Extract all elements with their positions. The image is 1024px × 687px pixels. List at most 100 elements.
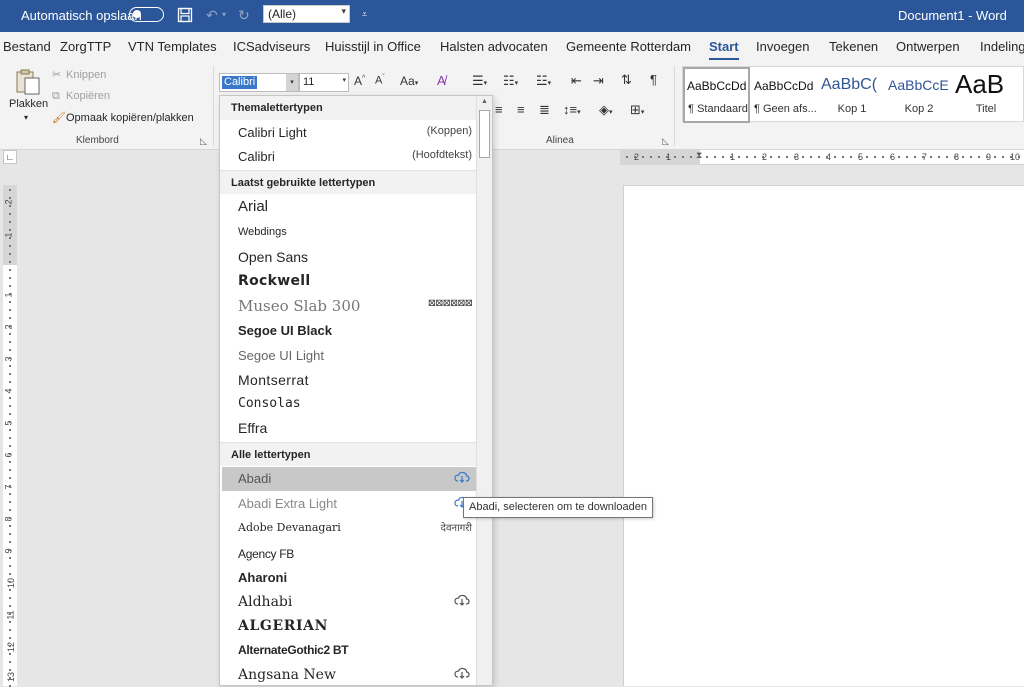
font-item[interactable]: AlternateGothic2 BT [222, 638, 478, 662]
ruler-tick [9, 205, 11, 207]
cut-label: Knippen [66, 69, 107, 81]
change-case-icon[interactable]: Aa▾ [400, 74, 418, 88]
paragraph-dialog-launcher-icon[interactable]: ◺ [662, 136, 669, 147]
tab-zorgttp[interactable]: ZorgTTP [60, 39, 111, 54]
font-item[interactable]: Angsana New [222, 663, 478, 685]
font-name-combobox[interactable]: Calibri ▾ [219, 73, 299, 92]
tab-huisstijl[interactable]: Huisstijl in Office [325, 39, 421, 54]
tab-start[interactable]: Start [709, 39, 739, 61]
redo-icon[interactable]: ↻ [238, 7, 250, 24]
clipboard-dialog-launcher-icon[interactable]: ◺ [200, 136, 207, 147]
font-item[interactable]: Agency FB [222, 542, 478, 566]
tab-bestand[interactable]: Bestand [3, 39, 51, 54]
chevron-down-icon[interactable]: ▾ [342, 76, 346, 84]
align-right-icon[interactable]: ≡ [517, 102, 525, 117]
shading-icon[interactable]: ◈▾ [599, 102, 613, 118]
quick-access-combo[interactable]: (Alle) ▾ [263, 5, 350, 23]
ruler-tick [722, 156, 724, 158]
font-item[interactable]: Calibri (Hoofdtekst) [222, 145, 478, 169]
dropdown-scrollbar[interactable]: ▲ [476, 96, 492, 685]
font-item-label: Open Sans [238, 249, 309, 265]
ruler-tick [666, 156, 668, 158]
ruler-tick [9, 261, 11, 263]
save-icon[interactable] [177, 7, 193, 26]
font-item[interactable]: Segoe UI Light [222, 344, 478, 368]
decrease-indent-icon[interactable]: ⇤ [571, 73, 582, 89]
tab-tekenen[interactable]: Tekenen [829, 39, 878, 54]
font-item[interactable]: Aldhabi [222, 590, 478, 614]
bullets-icon[interactable]: ☰▾ [472, 73, 487, 89]
style-name: ¶ Standaard [688, 103, 748, 115]
font-item[interactable]: Consolas [222, 392, 478, 416]
undo-icon[interactable]: ↶ [206, 7, 218, 24]
tab-halsten[interactable]: Halsten advocaten [440, 39, 548, 54]
tab-gemeente-rotterdam[interactable]: Gemeente Rotterdam [566, 39, 691, 54]
paste-icon[interactable] [14, 68, 42, 96]
align-center-icon[interactable]: ≡ [495, 102, 503, 117]
autosave-toggle[interactable] [129, 7, 164, 22]
customize-qat-icon[interactable]: ⩡ [362, 9, 367, 20]
font-item[interactable]: Aharoni [222, 566, 478, 590]
shrink-font-icon[interactable]: Aˇ [375, 74, 385, 87]
ruler-tick [1010, 156, 1012, 158]
ruler-tick [9, 661, 11, 663]
grow-font-icon[interactable]: A^ [354, 74, 365, 88]
font-size-combobox[interactable]: 11 ▾ [299, 73, 349, 92]
cloud-download-icon[interactable] [454, 594, 470, 606]
tab-selector[interactable]: ∟ [3, 150, 17, 164]
scissors-icon: ✂ [52, 69, 62, 81]
tab-invoegen[interactable]: Invoegen [756, 39, 810, 54]
line-spacing-icon[interactable]: ↕≡▾ [563, 102, 581, 117]
font-item[interactable]: Museo Slab 300 ⊠⊠⊠⊠⊠⊠ [222, 294, 478, 318]
tab-ontwerpen[interactable]: Ontwerpen [896, 39, 960, 54]
font-item-label: AlternateGothic2 BT [238, 643, 349, 657]
font-item[interactable]: ALGERIAN [222, 614, 478, 638]
font-item[interactable]: Arial [222, 195, 478, 219]
font-item[interactable]: Montserrat [222, 368, 478, 392]
chevron-down-icon[interactable]: ▾ [286, 74, 298, 91]
font-item[interactable]: Effra [222, 416, 478, 440]
cloud-download-icon[interactable] [454, 667, 470, 679]
undo-dropdown-icon[interactable]: ▾ [222, 10, 226, 19]
sort-icon[interactable]: ⇅ [621, 72, 632, 88]
style-kop-2[interactable]: AaBbCcE Kop 2 [884, 67, 951, 123]
cut-button[interactable]: ✂ Knippen [52, 68, 106, 81]
section-header-all: Alle lettertypen [220, 442, 478, 466]
style-kop-1[interactable]: AaBbC( Kop 1 [817, 67, 884, 123]
justify-icon[interactable]: ≣ [539, 102, 550, 118]
font-item-hovered[interactable]: Abadi [222, 467, 478, 491]
paste-dropdown-icon[interactable]: ▾ [24, 113, 28, 122]
ruler-tick [778, 156, 780, 158]
ruler-number: 11 [5, 610, 16, 620]
font-item[interactable]: Rockwell [222, 269, 478, 293]
show-formatting-icon[interactable]: ¶ [650, 72, 657, 87]
borders-icon[interactable]: ⊞▾ [630, 102, 644, 118]
cloud-download-icon[interactable] [454, 471, 470, 483]
scroll-up-icon[interactable]: ▲ [481, 98, 488, 105]
multilevel-list-icon[interactable]: ☳▾ [536, 73, 551, 89]
font-item[interactable]: Open Sans [222, 245, 478, 269]
style-geen-afstand[interactable]: AaBbCcDd ¶ Geen afs... [750, 67, 817, 123]
font-item[interactable]: Calibri Light (Koppen) [222, 121, 478, 145]
increase-indent-icon[interactable]: ⇥ [593, 73, 604, 89]
ruler-tick [9, 509, 11, 511]
paste-button[interactable]: Plakken [9, 98, 48, 110]
tab-indeling[interactable]: Indeling [980, 39, 1024, 54]
tab-icsadviseurs[interactable]: ICSadviseurs [233, 39, 310, 54]
clear-formatting-icon[interactable]: A̸ [437, 73, 446, 88]
font-item-label: Calibri [238, 149, 275, 164]
document-page[interactable] [623, 185, 1024, 686]
format-painter-button[interactable]: 🖌Opmaak kopiëren/plakken [52, 111, 194, 124]
font-item[interactable]: Adobe Devanagari देवनागरी [222, 516, 478, 540]
copy-button[interactable]: ⧉ Kopiëren [52, 90, 110, 103]
numbering-icon[interactable]: ☷▾ [503, 73, 518, 89]
scrollbar-thumb[interactable] [479, 110, 490, 158]
font-item[interactable]: Abadi Extra Light [222, 492, 478, 516]
ruler-tick [674, 156, 676, 158]
style-standaard[interactable]: AaBbCcDd ¶ Standaard [683, 67, 750, 123]
style-titel[interactable]: AaB Titel [951, 67, 1018, 123]
font-item[interactable]: Segoe UI Black [222, 319, 478, 343]
ruler-tick [954, 156, 956, 158]
tab-vtn-templates[interactable]: VTN Templates [128, 39, 217, 54]
font-item[interactable]: Webdings [222, 220, 478, 244]
